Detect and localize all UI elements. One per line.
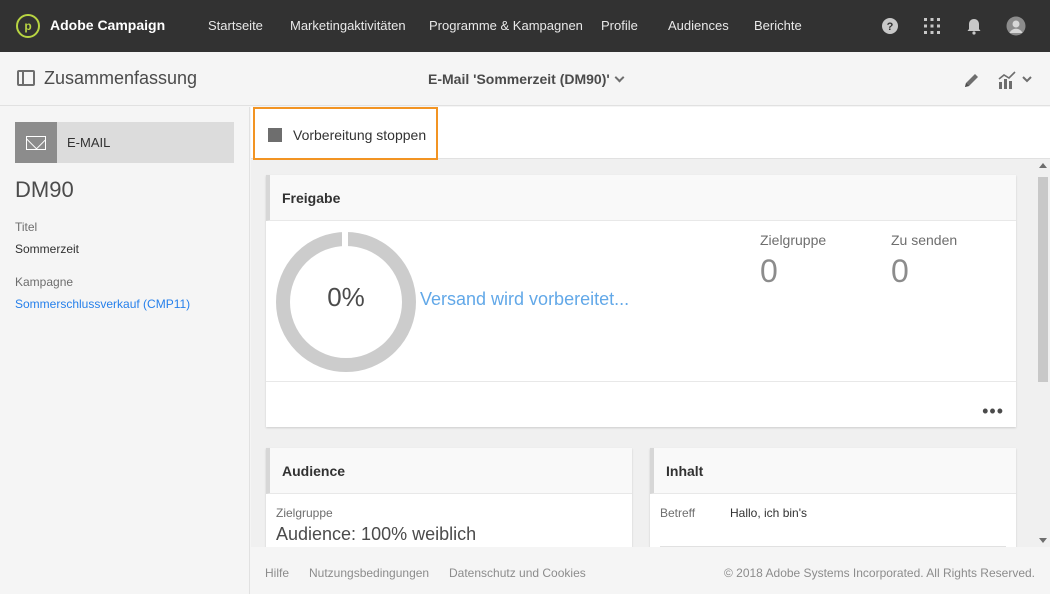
to-send-label: Zu senden <box>891 232 958 248</box>
content-card: Inhalt Betreff Hallo, ich bin's <box>650 448 1016 547</box>
user-avatar-icon[interactable] <box>1006 16 1026 36</box>
svg-text:?: ? <box>887 21 894 33</box>
delivery-title-dropdown[interactable]: E-Mail 'Sommerzeit (DM90)' <box>428 71 625 87</box>
adobe-campaign-logo-icon[interactable]: p <box>16 14 40 38</box>
help-icon[interactable]: ? <box>880 16 900 36</box>
footer-link-privacy[interactable]: Datenschutz und Cookies <box>449 566 586 580</box>
audience-target-label: Zielgruppe <box>276 506 333 520</box>
summary-title: Zusammenfassung <box>44 68 198 88</box>
subject-value: Hallo, ich bin's <box>730 506 807 520</box>
scroll-thumb[interactable] <box>1038 177 1048 382</box>
subject-label: Betreff <box>660 506 696 520</box>
approval-card-header: Freigabe <box>266 175 1016 221</box>
target-label: Zielgruppe <box>760 232 827 248</box>
delivery-code: DM90 <box>15 177 74 202</box>
action-bar: Vorbereitung stoppen <box>251 107 1050 160</box>
reports-chart-icon[interactable] <box>998 70 1034 95</box>
progress-percent: 0% <box>327 282 365 312</box>
title-value: Sommerzeit <box>15 242 80 256</box>
edit-pencil-icon[interactable] <box>962 70 982 95</box>
main-content: Vorbereitung stoppen Freigabe 0% Versand… <box>251 107 1050 547</box>
campaign-label: Kampagne <box>15 275 74 289</box>
audience-card: Audience Zielgruppe Audience: 100% weibl… <box>266 448 632 547</box>
summary-panel-icon[interactable] <box>17 70 35 86</box>
page-footer: Hilfe Nutzungsbedingungen Datenschutz un… <box>251 547 1050 594</box>
audience-card-header: Audience <box>266 448 632 494</box>
approval-card-title: Freigabe <box>282 190 341 206</box>
content-card-header: Inhalt <box>650 448 1016 494</box>
sub-header: Zusammenfassung E-Mail 'Sommerzeit (DM90… <box>0 52 1050 106</box>
scroll-up-arrow-icon[interactable] <box>1039 163 1047 168</box>
audience-target-value: Audience: 100% weiblich <box>276 524 477 544</box>
nav-item-profile[interactable]: Profile <box>601 18 638 33</box>
content-card-title: Inhalt <box>666 463 704 479</box>
scroll-down-arrow-icon[interactable] <box>1039 538 1047 543</box>
chevron-down-icon <box>614 72 625 83</box>
channel-badge: E-MAIL <box>15 122 234 163</box>
main-scrollbar[interactable] <box>1035 159 1050 547</box>
email-envelope-icon <box>15 122 57 163</box>
nav-item-audiences[interactable]: Audiences <box>668 18 729 33</box>
target-value: 0 <box>760 253 778 289</box>
campaign-link[interactable]: Sommerschlussverkauf (CMP11) <box>15 297 190 311</box>
to-send-value: 0 <box>891 253 909 289</box>
nav-item-berichte[interactable]: Berichte <box>754 18 802 33</box>
brand-name[interactable]: Adobe Campaign <box>50 17 165 33</box>
stop-preparation-label: Vorbereitung stoppen <box>293 127 427 143</box>
summary-side-panel: E-MAIL DM90 Titel Sommerzeit Kampagne So… <box>0 107 250 594</box>
audience-card-title: Audience <box>282 463 346 479</box>
top-navigation: p Adobe Campaign Startseite Marketingakt… <box>0 0 1050 52</box>
stop-icon <box>268 128 282 142</box>
footer-link-terms[interactable]: Nutzungsbedingungen <box>309 566 429 580</box>
card-divider <box>266 381 1016 382</box>
preparation-status: Versand wird vorbereitet... <box>420 289 630 309</box>
approval-card: Freigabe 0% Versand wird vorbereitet... … <box>266 175 1016 427</box>
stop-preparation-button[interactable]: Vorbereitung stoppen <box>253 107 438 160</box>
nav-item-marketingaktivitaeten[interactable]: Marketingaktivitäten <box>290 18 406 33</box>
notifications-bell-icon[interactable] <box>964 16 984 36</box>
copyright-text: © 2018 Adobe Systems Incorporated. All R… <box>723 566 1035 580</box>
channel-label: E-MAIL <box>67 135 111 150</box>
nav-item-startseite[interactable]: Startseite <box>208 18 263 33</box>
delivery-title-label: E-Mail 'Sommerzeit (DM90)' <box>428 71 610 87</box>
more-options-icon[interactable]: ••• <box>982 401 1004 422</box>
title-label: Titel <box>15 220 38 234</box>
nav-item-programme-kampagnen[interactable]: Programme & Kampagnen <box>429 18 583 33</box>
apps-grid-icon[interactable] <box>922 16 942 36</box>
footer-link-help[interactable]: Hilfe <box>265 566 289 580</box>
